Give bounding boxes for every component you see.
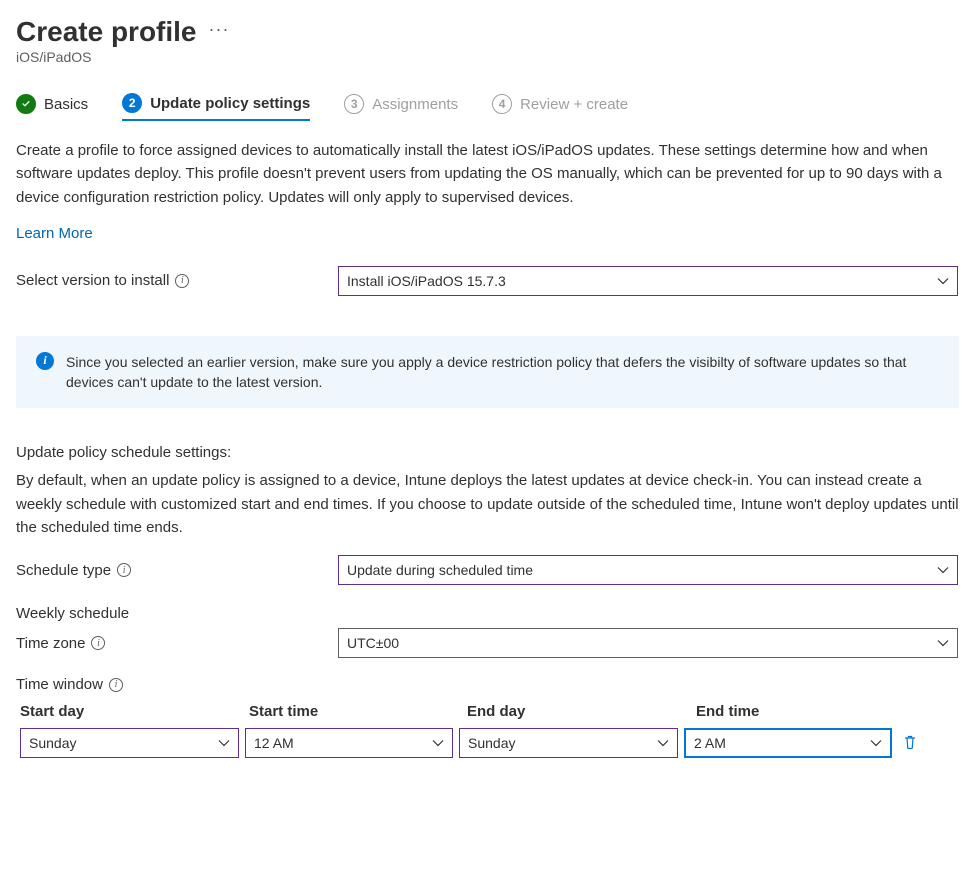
start-time-dropdown[interactable]: 12 AM: [245, 728, 453, 758]
wizard-steps: Basics 2 Update policy settings 3 Assign…: [16, 93, 959, 115]
end-time-dropdown[interactable]: 2 AM: [684, 728, 892, 758]
timewindow-label: Time window: [16, 676, 103, 693]
intro-description: Create a profile to force assigned devic…: [16, 139, 959, 209]
step-label: Basics: [44, 96, 88, 113]
step-review-create[interactable]: 4 Review + create: [492, 94, 628, 114]
step-basics[interactable]: Basics: [16, 94, 88, 114]
step-assignments[interactable]: 3 Assignments: [344, 94, 458, 114]
info-icon: i: [36, 352, 54, 370]
page-title: Create profile: [16, 16, 197, 48]
step-update-policy-settings[interactable]: 2 Update policy settings: [122, 93, 310, 121]
delete-row-button[interactable]: [898, 730, 922, 757]
step-number-icon: 3: [344, 94, 364, 114]
chevron-down-icon: [218, 737, 230, 749]
chevron-down-icon: [937, 564, 949, 576]
trash-icon: [902, 734, 918, 750]
select-version-label: Select version to install: [16, 272, 169, 289]
end-day-value: Sunday: [468, 735, 515, 751]
schedule-description: By default, when an update policy is ass…: [16, 469, 959, 539]
info-icon[interactable]: i: [109, 678, 123, 692]
header-end-day: End day: [467, 703, 692, 720]
schedule-type-dropdown[interactable]: Update during scheduled time: [338, 555, 958, 585]
start-day-value: Sunday: [29, 735, 76, 751]
version-warning-banner: i Since you selected an earlier version,…: [16, 336, 959, 409]
start-day-dropdown[interactable]: Sunday: [20, 728, 239, 758]
step-label: Review + create: [520, 96, 628, 113]
schedule-type-value: Update during scheduled time: [347, 562, 533, 578]
step-number-icon: 2: [122, 93, 142, 113]
weekly-schedule-title: Weekly schedule: [16, 605, 959, 622]
timezone-value: UTC±00: [347, 635, 399, 651]
chevron-down-icon: [937, 637, 949, 649]
end-day-dropdown[interactable]: Sunday: [459, 728, 678, 758]
header-start-time: Start time: [249, 703, 463, 720]
header-end-time: End time: [696, 703, 910, 720]
schedule-type-label: Schedule type: [16, 562, 111, 579]
page-subtitle: iOS/iPadOS: [16, 49, 959, 65]
info-icon[interactable]: i: [117, 563, 131, 577]
info-icon[interactable]: i: [91, 636, 105, 650]
learn-more-link[interactable]: Learn More: [16, 225, 93, 242]
timezone-dropdown[interactable]: UTC±00: [338, 628, 958, 658]
select-version-value: Install iOS/iPadOS 15.7.3: [347, 273, 506, 289]
timezone-label: Time zone: [16, 635, 85, 652]
check-circle-icon: [16, 94, 36, 114]
more-options-button[interactable]: ···: [209, 20, 230, 44]
banner-text: Since you selected an earlier version, m…: [66, 352, 939, 393]
step-number-icon: 4: [492, 94, 512, 114]
step-label: Update policy settings: [150, 95, 310, 112]
chevron-down-icon: [432, 737, 444, 749]
chevron-down-icon: [937, 275, 949, 287]
select-version-dropdown[interactable]: Install iOS/iPadOS 15.7.3: [338, 266, 958, 296]
chevron-down-icon: [870, 737, 882, 749]
chevron-down-icon: [657, 737, 669, 749]
end-time-value: 2 AM: [694, 735, 726, 751]
start-time-value: 12 AM: [254, 735, 294, 751]
info-icon[interactable]: i: [175, 274, 189, 288]
step-label: Assignments: [372, 96, 458, 113]
header-start-day: Start day: [20, 703, 245, 720]
time-window-row: Sunday 12 AM Sunday 2 AM: [16, 728, 959, 758]
time-window-table-header: Start day Start time End day End time: [16, 703, 959, 720]
schedule-section-title: Update policy schedule settings:: [16, 444, 959, 461]
